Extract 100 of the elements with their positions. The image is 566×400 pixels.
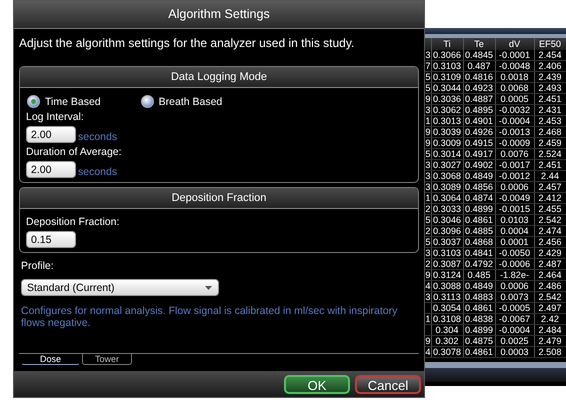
table-cell: 0.3014 [432, 149, 462, 159]
table-cell: 0.4923 [464, 83, 494, 93]
table-cell: 0.4917 [464, 149, 494, 159]
table-cell: 0.4895 [464, 105, 494, 115]
table-cell: 2.486 [538, 281, 562, 291]
table-cell: 2.459 [538, 138, 562, 148]
table-cell: 0.4868 [464, 237, 494, 247]
table-cell: 2.457 [538, 182, 562, 192]
table-cell: 5 [425, 149, 430, 159]
table-cell: 2.453 [538, 116, 562, 126]
table-cell: 0.4901 [464, 116, 494, 126]
radio-button[interactable] [140, 95, 154, 108]
table-cell: -0.0004 [498, 116, 530, 126]
table-cell: 2 [425, 259, 430, 269]
table-cell: 0.3033 [432, 204, 462, 214]
table-cell: 0.0025 [500, 336, 529, 346]
table-cell: 0.4861 [464, 347, 494, 357]
input-field[interactable]: 2.00 [26, 126, 76, 143]
table-cell: 2.456 [538, 237, 562, 247]
table-cell: 0.3046 [432, 215, 462, 225]
radio-button[interactable] [27, 95, 40, 108]
table-cell: 1 [425, 314, 430, 324]
panel-header: Deposition Fraction [20, 188, 418, 209]
table-cell: 2.464 [538, 270, 562, 280]
table-cell: 0.3036 [432, 94, 462, 104]
table-cell: 3 [425, 50, 430, 60]
table-cell: 0.0005 [500, 94, 529, 104]
column-header[interactable]: dV [495, 38, 534, 50]
radio-label[interactable]: Time Based [45, 96, 101, 108]
table-cell: 0.0068 [500, 83, 529, 93]
column-header[interactable]: Te [463, 38, 495, 50]
table-cell: 0.4874 [464, 193, 494, 203]
table-cell: 2.468 [538, 127, 562, 137]
field-label: Deposition Fraction: [26, 216, 120, 228]
table-cell: -0.0005 [498, 303, 530, 313]
column-header[interactable]: Ti [431, 38, 463, 50]
table-cell: 0.3124 [432, 270, 462, 280]
profile-dropdown[interactable]: Standard (Current) [21, 279, 219, 296]
table-cell: 0.3044 [432, 83, 462, 93]
table-cell: 1 [425, 193, 430, 203]
table-cell: 3 [425, 292, 430, 302]
table-cell: 2.479 [538, 336, 562, 346]
profile-description: Configures for normal analysis. Flow signal is calibrated in ml/sec with inspiratory flows negative. [21, 305, 398, 329]
table-cell: -0.0017 [498, 160, 530, 170]
table-cell: 2.412 [538, 193, 562, 203]
table-cell: 7 [425, 61, 430, 71]
column-header[interactable]: EF50 [534, 38, 566, 50]
table-cell: 2.429 [538, 248, 562, 258]
table-cell: 0.485 [468, 270, 490, 280]
table-cell: 0.3078 [432, 347, 462, 357]
table-cell: 0.0004 [500, 226, 529, 236]
table-cell: 0.3087 [432, 259, 462, 269]
table-cell: 2.493 [538, 83, 562, 93]
table-cell: 0.4902 [464, 160, 494, 170]
table-cell: 9 [425, 270, 430, 280]
table-cell: 0.4887 [464, 94, 494, 104]
ok-button[interactable]: OK [284, 374, 350, 394]
table-cell: 0.3103 [432, 61, 462, 71]
window-title: Algorithm Settings [14, 1, 424, 29]
input-field[interactable]: 2.00 [26, 161, 76, 178]
field-label: Duration of Average: [26, 146, 123, 158]
table-cell: 0.0103 [500, 215, 529, 225]
table-cell: 0.4899 [464, 325, 494, 335]
table-cell: 0.3064 [432, 193, 462, 203]
table-cell: 0.3088 [432, 281, 462, 291]
table-cell: 0.0003 [500, 347, 529, 357]
table-cell: 2.474 [538, 226, 562, 236]
table-cell: 0.4899 [464, 204, 494, 214]
table-cell: -0.0004 [498, 325, 530, 335]
table-cell: 0.0006 [500, 281, 529, 291]
table-cell: 0.3066 [432, 50, 462, 60]
radio-label[interactable]: Breath Based [158, 96, 222, 108]
table-cell: -0.0009 [498, 138, 530, 148]
tab[interactable]: Dose [21, 354, 80, 365]
table-cell: 2.406 [538, 61, 562, 71]
table-cell: -0.0049 [498, 193, 530, 203]
table-cell: 0.4861 [464, 215, 494, 225]
table-cell: 0.4883 [464, 292, 494, 302]
table-cell: 0.0006 [500, 182, 529, 192]
table-cell: 1 [425, 116, 430, 126]
table-cell: 2.455 [538, 204, 562, 214]
table-cell: -0.0006 [498, 259, 530, 269]
table-cell: 2.524 [538, 149, 562, 159]
table-cell: -0.0048 [498, 61, 530, 71]
table-cell: 0.3109 [432, 72, 462, 82]
table-cell: -0.0050 [498, 248, 530, 258]
table-cell: 2.439 [538, 72, 562, 82]
cancel-button[interactable]: Cancel [355, 374, 421, 394]
table-cell: 9 [425, 94, 430, 104]
table-cell: 0.3089 [432, 182, 462, 192]
table-cell: 0.3068 [432, 171, 462, 181]
table-cell: 2.454 [538, 50, 562, 60]
input-field[interactable]: 0.15 [26, 231, 76, 248]
table-cell: 0.4838 [464, 314, 494, 324]
table-cell: 0.3096 [432, 226, 462, 236]
table-cell: 0.3054 [432, 303, 462, 313]
table-cell: 5 [425, 237, 430, 247]
caret-icon [205, 286, 212, 290]
table-cell: 0.487 [468, 61, 490, 71]
tab[interactable]: Tower [82, 354, 132, 365]
